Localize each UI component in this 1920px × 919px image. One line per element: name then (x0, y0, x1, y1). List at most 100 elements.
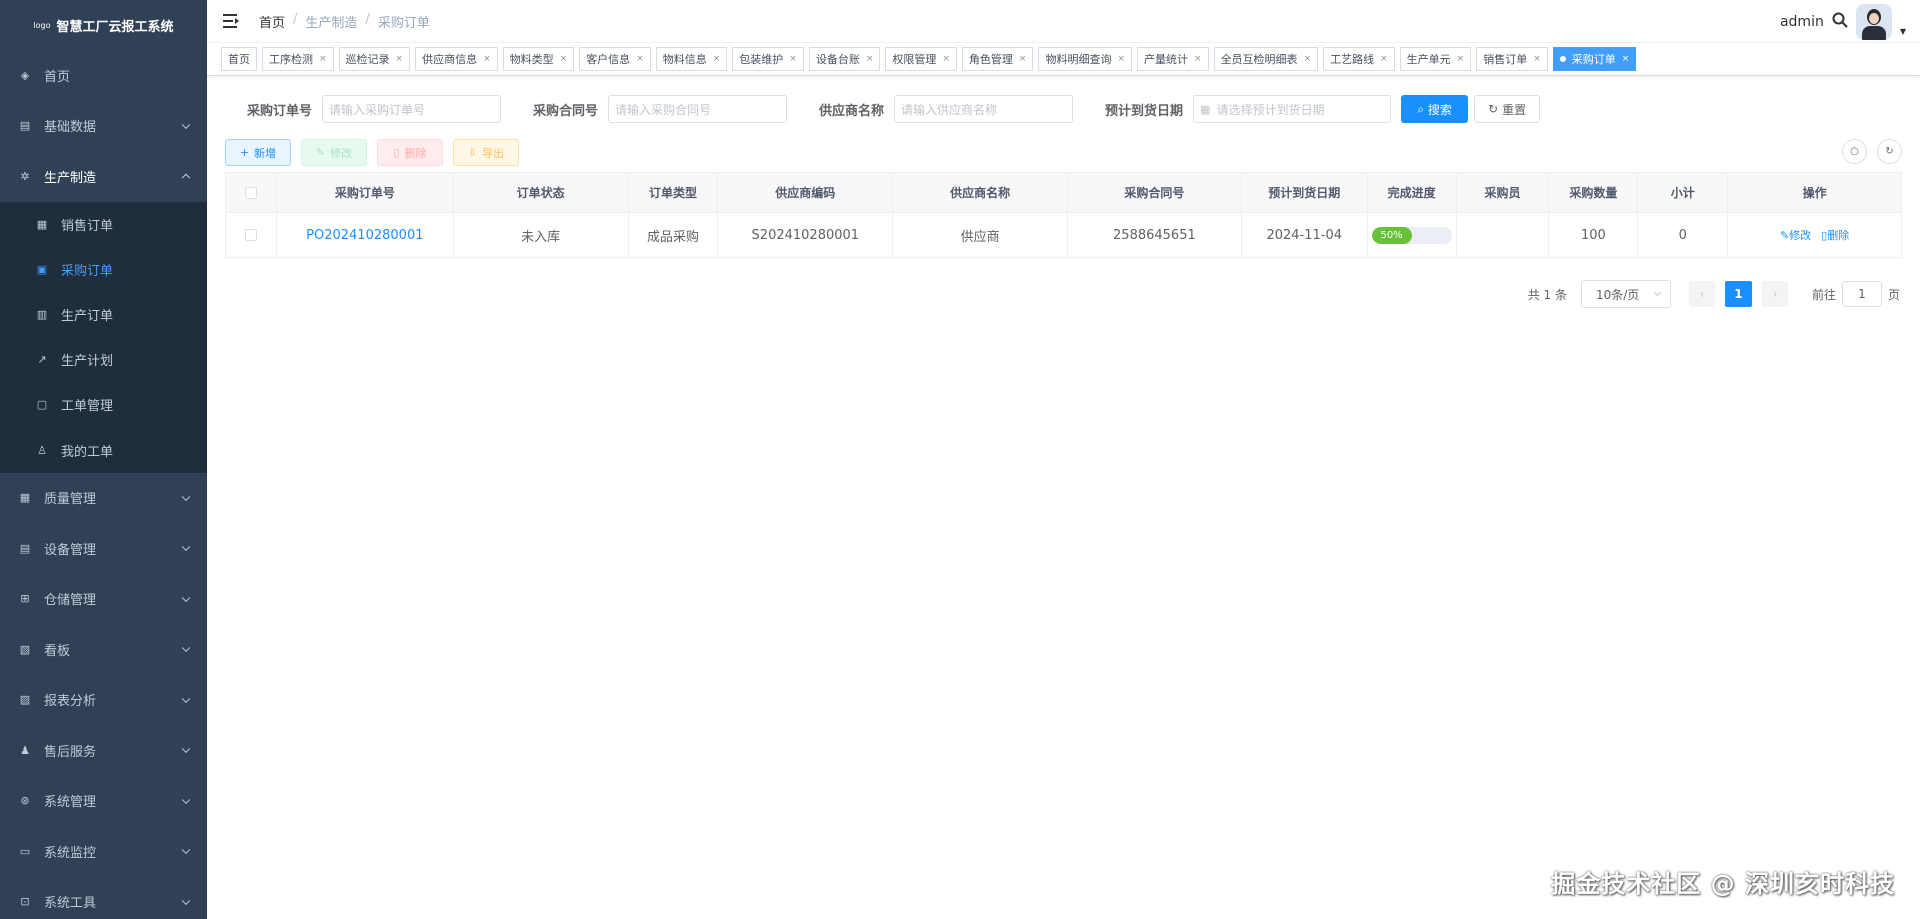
tag-16[interactable]: 销售订单 × (1476, 47, 1548, 71)
sidebar-item-label: 我的工单 (61, 444, 114, 460)
sidebar-item-my-work-orders[interactable]: ♙ 我的工单 (0, 427, 207, 472)
reset-button[interactable]: ↻ 重置 (1474, 95, 1541, 123)
goto-page-input[interactable]: 1 (1841, 281, 1882, 307)
tag-0[interactable]: 首页 (221, 47, 257, 71)
tag-10[interactable]: 角色管理 × (961, 47, 1034, 71)
sidebar-item-basic-data[interactable]: ▤ 基础数据 (0, 101, 207, 152)
row-delete-button[interactable]: ▯删除 (1821, 227, 1849, 243)
tag-1[interactable]: 工序检测 × (262, 47, 334, 71)
tag-15[interactable]: 生产单元 × (1399, 47, 1472, 71)
sidebar-item-label: 设备管理 (44, 542, 97, 558)
tag-17[interactable]: 采购订单 × (1552, 47, 1637, 71)
delete-button[interactable]: ▯ 删除 (377, 139, 443, 166)
sidebar-item-production-plan[interactable]: ↗ 生产计划 (0, 337, 207, 382)
tag-11[interactable]: 物料明细查询 × (1038, 47, 1133, 71)
device-icon: ▤ (19, 541, 31, 555)
sidebar-logo[interactable]: logo 智慧工厂云报工系统 (0, 0, 207, 50)
select-all-checkbox[interactable] (244, 186, 257, 199)
page-size-select[interactable]: 10条/页 (1580, 280, 1671, 308)
sidebar-item-sales-order[interactable]: ▦ 销售订单 (0, 202, 207, 247)
main-area: 首页 / 生产制造 / 采购订单 admin ▼ 首页 工序检测 × 巡检记录 × 供应商… (207, 0, 1920, 919)
purchase-order-table: 采购订单号 订单状态 订单类型 供应商编码 供应商名称 采购合同号 预计到货日期… (225, 172, 1902, 258)
close-icon[interactable]: × (319, 54, 327, 64)
avatar[interactable] (1855, 4, 1892, 40)
sidebar-item-equipment[interactable]: ▤ 设备管理 (0, 523, 207, 574)
close-icon[interactable]: × (1457, 54, 1465, 64)
tag-3[interactable]: 供应商信息 × (415, 47, 498, 71)
export-button[interactable]: ⇩ 导出 (453, 139, 519, 166)
tag-7[interactable]: 包装维护 × (732, 47, 804, 71)
close-icon[interactable]: × (713, 54, 721, 64)
sidebar-item-label: 报表分析 (44, 694, 97, 710)
close-icon[interactable]: × (560, 54, 568, 64)
tag-2[interactable]: 巡检记录 × (338, 47, 411, 71)
page-number-current[interactable]: 1 (1724, 281, 1752, 307)
tag-6[interactable]: 物料信息 × (655, 47, 728, 71)
row-edit-button[interactable]: ✎修改 (1780, 227, 1811, 243)
hamburger-icon[interactable] (223, 14, 239, 28)
date-picker[interactable]: ▦ 请选择预计到货日期 (1193, 95, 1392, 123)
sidebar-item-label: 系统工具 (44, 896, 97, 912)
chevron-down-icon (181, 643, 191, 653)
sidebar-item-reports[interactable]: ▨ 报表分析 (0, 675, 207, 726)
prev-page-button[interactable]: ‹ (1688, 281, 1715, 307)
sidebar-item-dashboard[interactable]: ▧ 看板 (0, 624, 207, 675)
close-icon[interactable]: × (396, 54, 404, 64)
sidebar-item-system[interactable]: ⊛ 系统管理 (0, 776, 207, 827)
add-button[interactable]: + 新增 (225, 139, 291, 166)
row-checkbox[interactable] (244, 229, 257, 241)
close-icon[interactable]: × (942, 54, 950, 64)
tag-12[interactable]: 产量统计 × (1137, 47, 1209, 71)
search-toggle-icon[interactable]: ○ (1842, 139, 1867, 164)
contract-input[interactable]: 请输入采购合同号 (608, 95, 788, 123)
close-icon[interactable]: × (789, 54, 797, 64)
chevron-down-icon (181, 845, 191, 855)
sidebar-item-after-sales[interactable]: ♟ 售后服务 (0, 725, 207, 776)
sidebar-item-tools[interactable]: ⊡ 系统工具 (0, 877, 207, 919)
next-page-button[interactable]: › (1761, 281, 1788, 307)
close-icon[interactable]: × (1019, 54, 1027, 64)
supplier-name-cell: 供应商 (893, 213, 1068, 257)
order-no-input[interactable]: 请输入采购订单号 (322, 95, 502, 123)
chevron-down-icon (181, 795, 191, 804)
tag-9[interactable]: 权限管理 × (885, 47, 957, 71)
close-icon[interactable]: × (1117, 54, 1125, 64)
close-icon[interactable]: × (1194, 54, 1202, 64)
edit-button[interactable]: ✎ 修改 (301, 139, 367, 166)
document-icon: ▦ (36, 217, 48, 231)
sidebar-item-production[interactable]: ✲ 生产制造 (0, 151, 207, 202)
breadcrumb-item[interactable]: 首页 (259, 12, 285, 31)
sidebar-item-label: 销售订单 (61, 218, 114, 234)
tag-5[interactable]: 客户信息 × (579, 47, 651, 71)
sidebar-item-label: 生产订单 (61, 308, 114, 324)
caret-down-icon[interactable]: ▼ (1900, 27, 1906, 36)
supplier-input[interactable]: 请输入供应商名称 (894, 95, 1074, 123)
sidebar-item-warehouse[interactable]: ⊞ 仓储管理 (0, 574, 207, 625)
refresh-icon[interactable]: ↻ (1877, 139, 1902, 164)
goto-page: 前往 1 页 (1812, 281, 1900, 307)
close-icon[interactable]: × (1304, 54, 1312, 64)
close-icon[interactable]: × (866, 54, 874, 64)
close-icon[interactable]: × (636, 54, 644, 64)
order-no-link[interactable]: PO202410280001 (306, 228, 423, 243)
monitor-icon: ▭ (19, 844, 31, 858)
close-icon[interactable]: × (1622, 54, 1630, 64)
sidebar-item-production-order[interactable]: ▥ 生产订单 (0, 292, 207, 337)
tag-8[interactable]: 设备台账 × (808, 47, 881, 71)
sidebar-item-purchase-order[interactable]: ▣ 采购订单 (0, 247, 207, 292)
search-button[interactable]: ⌕ 搜索 (1401, 95, 1469, 123)
breadcrumb-separator: / (293, 11, 298, 27)
close-icon[interactable]: × (1380, 54, 1388, 64)
sidebar-item-monitor[interactable]: ▭ 系统监控 (0, 826, 207, 877)
tag-14[interactable]: 工艺路线 × (1323, 47, 1395, 71)
close-icon[interactable]: × (1533, 54, 1541, 64)
search-icon[interactable] (1832, 12, 1848, 32)
sidebar-item-work-orders[interactable]: ▢ 工单管理 (0, 382, 207, 427)
tag-13[interactable]: 全员互检明细表 × (1213, 47, 1319, 71)
close-icon[interactable]: × (483, 54, 491, 64)
qty-cell: 100 (1549, 213, 1639, 257)
tag-4[interactable]: 物料类型 × (502, 47, 575, 71)
tag-label: 全员互检明细表 (1220, 53, 1298, 66)
sidebar-item-home[interactable]: ◈ 首页 (0, 50, 207, 101)
sidebar-item-quality[interactable]: ▦ 质量管理 (0, 473, 207, 524)
